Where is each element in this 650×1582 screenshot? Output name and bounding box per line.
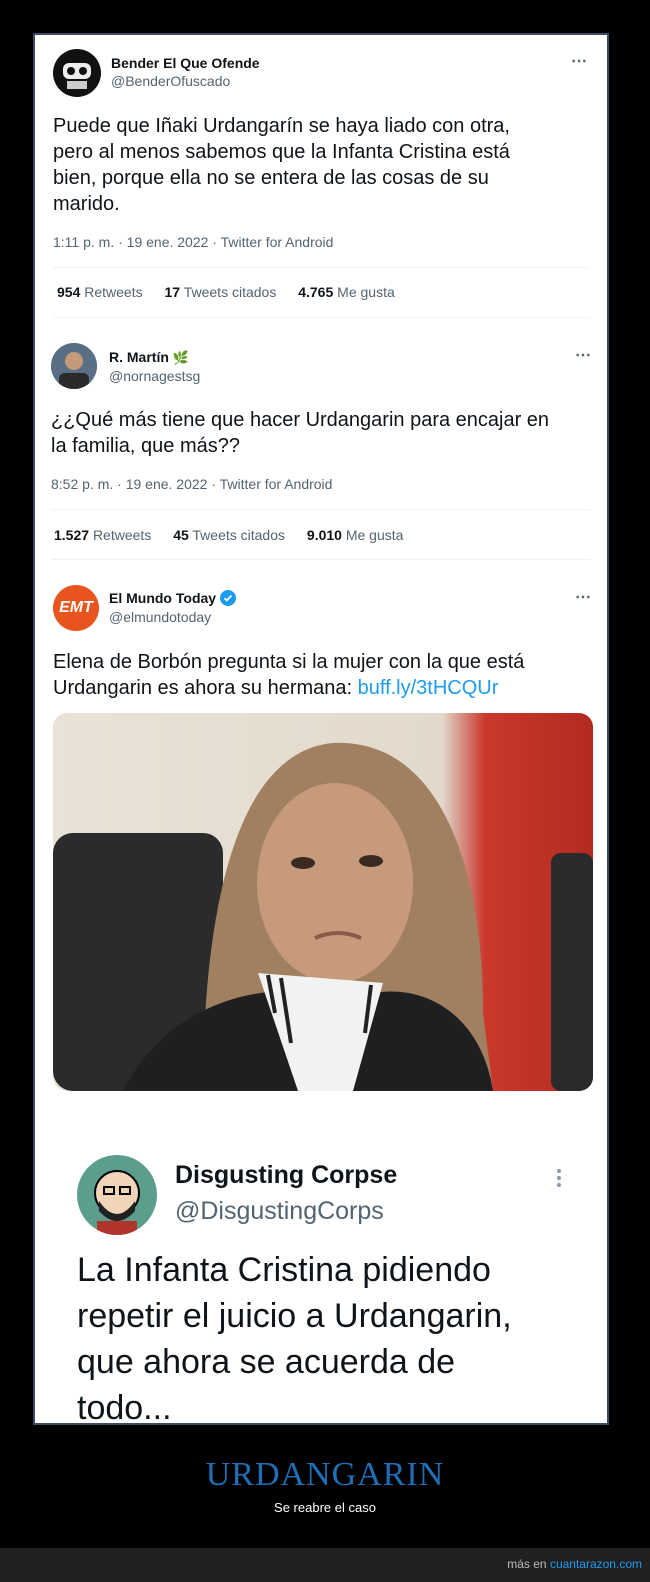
person-photo-icon [51,343,97,389]
tweet-timestamp[interactable]: 1:11 p. m. · 19 ene. 2022 · Twitter for … [53,234,333,250]
vertical-more-icon[interactable] [557,1169,561,1187]
news-photo[interactable] [53,713,593,1091]
more-options-icon[interactable]: ⋯ [575,345,592,365]
tweet-author-handle[interactable]: @BenderOfuscado [111,73,230,89]
tweet-author-name[interactable]: R. Martín 🌿 [109,349,189,366]
tweet-stats: 954 Retweets 17 Tweets citados 4.765 Me … [57,284,413,300]
avatar-disgusting-corpse[interactable] [77,1155,157,1235]
tweet-timestamp[interactable]: 8:52 p. m. · 19 ene. 2022 · Twitter for … [51,476,332,492]
tweet-author-name[interactable]: Disgusting Corpse [175,1161,397,1190]
retweets-count[interactable]: 1.527 Retweets [54,527,151,543]
article-link[interactable]: buff.ly/3tHCQUr [358,677,499,699]
tweet-text: Elena de Borbón pregunta si la mujer con… [53,651,525,699]
site-link[interactable]: cuantarazon.com [550,1557,642,1571]
divider [53,267,589,268]
more-options-icon[interactable]: ⋯ [571,51,588,71]
tweet-author-handle[interactable]: @elmundotoday [109,609,211,625]
tweet-author-handle[interactable]: @nornagestsg [109,368,200,384]
tweet-text: ¿¿Qué más tiene que hacer Urdangarin par… [51,409,550,457]
tweet-collage: Bender El Que Ofende @BenderOfuscado ⋯ P… [33,33,609,1425]
divider [53,317,589,318]
avatar-r-martin[interactable] [51,343,97,389]
quotes-count[interactable]: 17 Tweets citados [165,284,277,300]
retweets-count[interactable]: 954 Retweets [57,284,143,300]
likes-count[interactable]: 9.010 Me gusta [307,527,404,543]
emt-logo: EMT [59,599,93,616]
quotes-count[interactable]: 45 Tweets citados [173,527,285,543]
tweet-author-name[interactable]: El Mundo Today [109,590,236,606]
leaf-emoji-icon: 🌿 [172,350,189,365]
verified-badge-icon [219,590,236,606]
tweet-author-handle[interactable]: @DisgustingCorps [175,1197,384,1226]
site-credit: más en cuantarazon.com [507,1557,642,1571]
avatar-bender[interactable] [53,49,101,97]
credit-bar: más en cuantarazon.com [0,1548,650,1582]
meme-title: URDANGARIN [205,1456,445,1493]
tweet-author-name[interactable]: Bender El Que Ofende [111,55,260,71]
meme-subtitle: Se reabre el caso [274,1500,376,1515]
likes-count[interactable]: 4.765 Me gusta [298,284,395,300]
more-options-icon[interactable]: ⋯ [575,587,592,607]
divider [51,559,591,560]
tweet-stats: 1.527 Retweets 45 Tweets citados 9.010 M… [54,527,421,543]
tweet-text: Puede que Iñaki Urdangarín se haya liado… [53,115,510,215]
bender-icon [63,63,91,89]
woman-photo-image [53,713,593,1091]
cartoon-bald-man-icon [94,1170,140,1235]
divider [51,509,591,510]
avatar-el-mundo-today[interactable]: EMT [53,585,99,631]
tweet-text: La Infanta Cristina pidiendo repetir el … [77,1251,512,1425]
